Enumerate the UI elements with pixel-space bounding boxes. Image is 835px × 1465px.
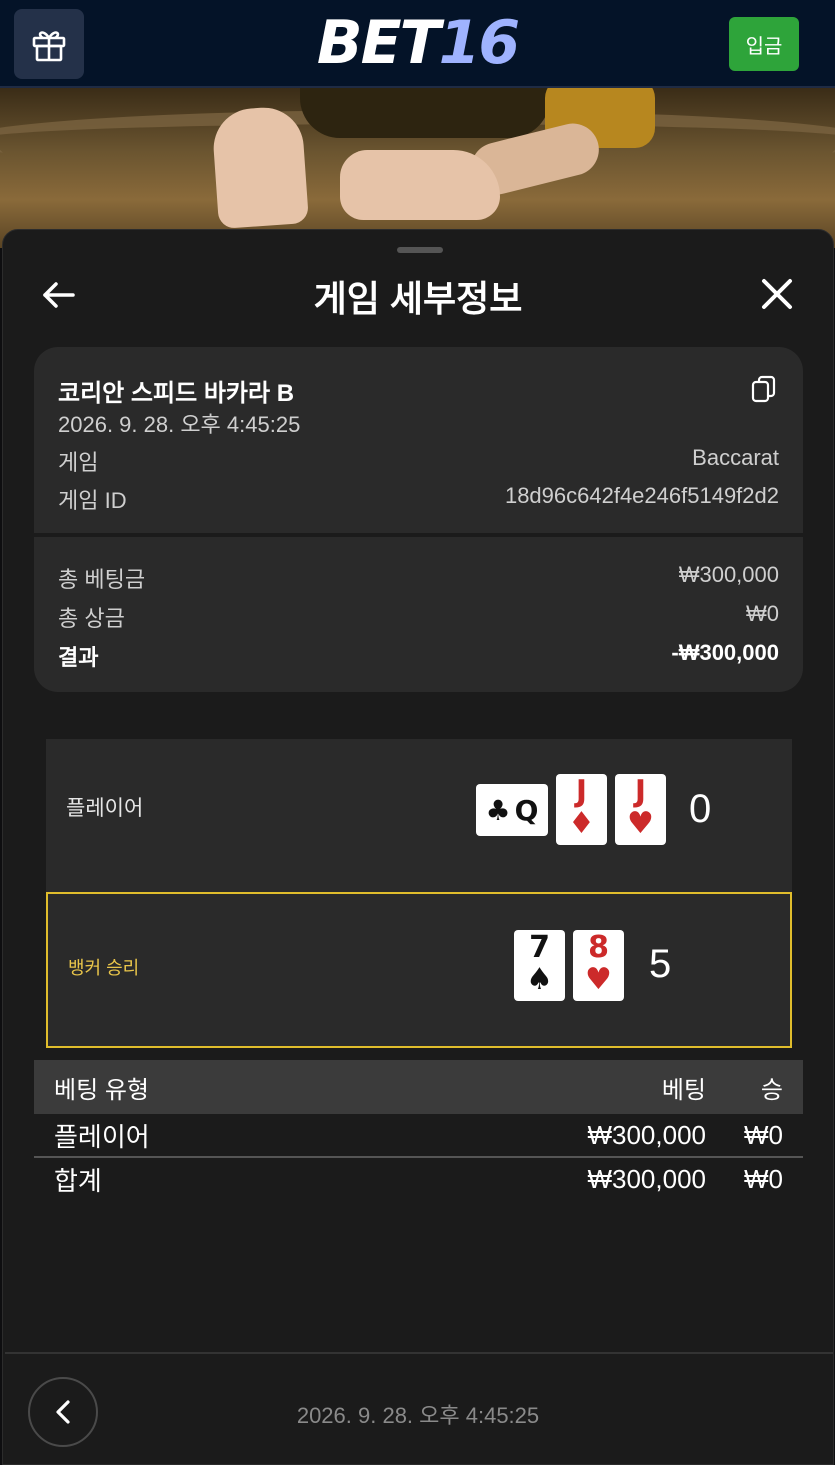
brand-logo[interactable]: BET16 bbox=[0, 8, 835, 78]
bet-table: 베팅 유형 베팅 승 플레이어 ₩300,000 ₩0 합계 ₩300,000 … bbox=[34, 1060, 803, 1200]
sheet-title: 게임 세부정보 bbox=[313, 278, 523, 319]
player-hand-label: 플레이어 bbox=[66, 797, 144, 820]
card-suit: ♦ bbox=[568, 806, 595, 841]
total-type-cell: 합계 bbox=[54, 1165, 102, 1196]
game-id-label: 게임 ID bbox=[58, 488, 127, 513]
deposit-button[interactable]: 입금 bbox=[729, 17, 799, 71]
card-rank: 7 bbox=[529, 930, 550, 965]
total-bet-cell: ₩300,000 bbox=[587, 1163, 706, 1194]
drag-handle[interactable] bbox=[397, 247, 443, 253]
card-rank: J bbox=[575, 774, 588, 809]
table-row: 플레이어 ₩300,000 ₩0 bbox=[34, 1114, 803, 1156]
total-bet-value: ₩300,000 bbox=[678, 562, 779, 587]
playing-card: J ♥ bbox=[615, 774, 666, 845]
win-amount-cell: ₩0 bbox=[744, 1119, 783, 1150]
card-rank: J bbox=[634, 774, 647, 809]
playing-card: 8 ♥ bbox=[573, 930, 624, 1001]
playing-card: ♣ Q bbox=[476, 784, 548, 836]
playing-card: 7 ♠ bbox=[514, 930, 565, 1001]
player-cards: ♣ Q J ♦ J ♥ bbox=[476, 774, 666, 845]
banker-cards: 7 ♠ 8 ♥ bbox=[514, 930, 624, 1001]
bet-table-header: 베팅 유형 베팅 승 bbox=[34, 1060, 803, 1114]
copy-button[interactable] bbox=[751, 375, 777, 403]
game-type-label: 게임 bbox=[58, 450, 99, 475]
total-bet-row: 총 베팅금 ₩300,000 bbox=[58, 562, 779, 594]
card-suit: ♥ bbox=[627, 806, 654, 841]
top-bar: BET16 입금 bbox=[0, 0, 835, 88]
game-name: 코리안 스피드 바카라 B bbox=[58, 380, 295, 407]
live-dealer-image bbox=[0, 88, 835, 248]
logo-text: BET bbox=[316, 8, 441, 78]
total-win-value: ₩0 bbox=[746, 601, 779, 626]
close-button[interactable] bbox=[757, 274, 797, 314]
game-id-value: 18d96c642f4e246f5149f2d2 bbox=[504, 483, 779, 508]
logo-number: 16 bbox=[438, 8, 520, 78]
result-row: 결과 -₩300,000 bbox=[58, 640, 779, 672]
card-suit: ♥ bbox=[585, 962, 612, 997]
total-bet-label: 총 베팅금 bbox=[58, 567, 146, 592]
game-type-value: Baccarat bbox=[692, 445, 779, 470]
footer-datetime: 2026. 9. 28. 오후 4:45:25 bbox=[296, 1403, 540, 1428]
card-rank: Q bbox=[514, 793, 539, 827]
header-bet-type: 베팅 유형 bbox=[54, 1076, 149, 1104]
card-suit: ♠ bbox=[526, 962, 553, 997]
header-win: 승 bbox=[760, 1076, 783, 1104]
game-info-card: 코리안 스피드 바카라 B 2026. 9. 28. 오후 4:45:25 게임… bbox=[34, 347, 803, 692]
player-hand: 플레이어 ♣ Q J ♦ J ♥ 0 bbox=[46, 739, 792, 894]
bet-amount-cell: ₩300,000 bbox=[587, 1119, 706, 1150]
playing-card: J ♦ bbox=[556, 774, 607, 845]
bet-type-cell: 플레이어 bbox=[54, 1121, 150, 1152]
copy-icon bbox=[751, 375, 776, 403]
game-type-row: 게임 Baccarat bbox=[58, 445, 779, 477]
banker-hand: 뱅커 승리 7 ♠ 8 ♥ 5 bbox=[46, 892, 792, 1048]
player-score: 0 bbox=[689, 787, 712, 831]
banker-score: 5 bbox=[649, 942, 672, 986]
close-icon bbox=[762, 279, 792, 309]
total-win-label: 총 상금 bbox=[58, 606, 125, 631]
result-label: 결과 bbox=[58, 645, 99, 670]
game-datetime: 2026. 9. 28. 오후 4:45:25 bbox=[58, 412, 301, 437]
total-win-cell: ₩0 bbox=[744, 1163, 783, 1194]
result-value: -₩300,000 bbox=[671, 640, 779, 665]
game-id-row: 게임 ID 18d96c642f4e246f5149f2d2 bbox=[58, 483, 779, 515]
footer-divider bbox=[5, 1352, 833, 1354]
table-total-row: 합계 ₩300,000 ₩0 bbox=[34, 1156, 803, 1200]
total-win-row: 총 상금 ₩0 bbox=[58, 601, 779, 633]
game-datetime-row: 2026. 9. 28. 오후 4:45:25 bbox=[58, 407, 779, 439]
card-suit: ♣ bbox=[485, 793, 511, 827]
card-divider bbox=[34, 533, 803, 537]
header-bet: 베팅 bbox=[661, 1076, 706, 1104]
banker-hand-label: 뱅커 승리 bbox=[68, 958, 140, 978]
game-details-sheet: 게임 세부정보 코리안 스피드 바카라 B 2026. 9. 28. 오후 4:… bbox=[2, 229, 834, 1465]
card-rank: 8 bbox=[588, 930, 609, 965]
